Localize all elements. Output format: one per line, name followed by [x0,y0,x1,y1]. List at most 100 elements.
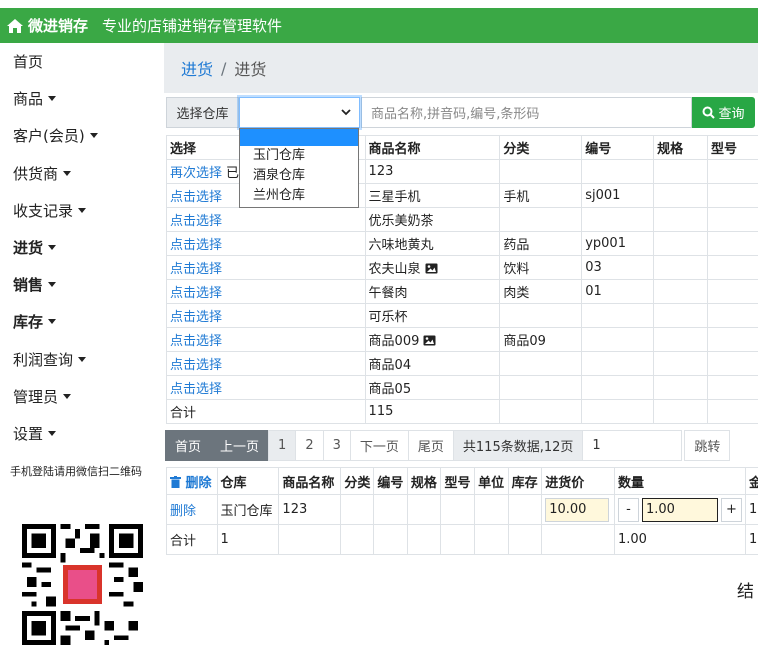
select-link[interactable]: 点击选择 [170,382,222,397]
product-name-cell: 三星手机 [365,184,500,208]
product-name: 三星手机 [369,190,421,205]
caret-down-icon [48,319,56,324]
table-row: 点击选择优乐美奶茶 [167,208,758,232]
order-total-label: 合计 [167,525,218,555]
caret-down-icon [63,171,71,176]
sidebar-item-9[interactable]: 管理员 [0,378,164,415]
search-input[interactable]: 商品名称,拼音码,编号,条形码 [361,97,692,128]
sidebar-item-3[interactable]: 供货商 [0,155,164,192]
select-cell: 点击选择 [167,304,366,328]
select-link[interactable]: 点击选择 [170,190,222,205]
select-cell: 点击选择 [167,256,366,280]
select-link[interactable]: 点击选择 [170,358,222,373]
slogan: 专业的店铺进销存管理软件 [102,15,282,36]
sidebar-item-6[interactable]: 销售 [0,266,164,303]
order-code [374,495,408,525]
sidebar-item-label: 供货商 [13,163,58,184]
warehouse-option-empty[interactable] [240,129,358,146]
product-name: 商品05 [369,382,412,397]
page-info: 共115条数据,12页 [453,430,584,461]
sidebar-item-5[interactable]: 进货 [0,229,164,266]
select-cell: 点击选择 [167,208,366,232]
sidebar-item-1[interactable]: 商品 [0,80,164,117]
decrement-button[interactable]: - [618,498,639,522]
selected-mark: 已 [226,166,239,181]
caret-down-icon [48,282,56,287]
model-cell [708,208,758,232]
caret-down-icon [78,357,86,362]
page-3-button[interactable]: 3 [323,430,351,461]
quantity-input[interactable]: 1.00 [642,498,718,522]
sidebar-item-2[interactable]: 客户(会员) [0,117,164,154]
sidebar-item-label: 首页 [13,51,43,72]
col-model: 型号 [708,136,758,160]
order-total-amount: 1 [745,525,758,555]
breadcrumb-parent[interactable]: 进货 [181,56,213,80]
prev-page-button[interactable]: 上一页 [210,430,269,461]
product-name: 可乐杯 [369,310,408,325]
select-cell: 点击选择 [167,280,366,304]
jump-button[interactable]: 跳转 [684,430,730,461]
delete-all-button[interactable]: 删除 [167,468,218,495]
spec-cell [654,328,708,352]
sidebar-item-8[interactable]: 利润查询 [0,341,164,378]
product-name-cell: 商品05 [365,376,500,400]
filter-bar: 选择仓库 商品名称,拼音码,编号,条形码 查询 [166,97,755,128]
select-link[interactable]: 点击选择 [170,214,222,229]
table-row: 点击选择 商品05 [167,376,758,400]
brand[interactable]: 微进销存 [6,15,88,36]
delete-row-button[interactable]: 删除 [167,495,218,525]
pagination: 首页 上一页 1 2 3 下一页 尾页 共115条数据,12页 1 跳转 [166,430,730,461]
image-icon[interactable] [425,263,438,274]
product-name-cell: 可乐杯 [365,304,500,328]
col-price: 进货价 [542,468,615,495]
select-link[interactable]: 点击选择 [170,238,222,253]
increment-button[interactable]: + [721,498,742,522]
select-cell: 点击选择 [167,328,366,352]
sidebar-item-0[interactable]: 首页 [0,43,164,80]
qr-caption: 手机登陆请用微信扫二维码 [10,463,142,479]
quantity-stepper: - 1.00 + [618,498,742,522]
warehouse-option-lanzhou[interactable]: 兰州仓库 [240,188,358,203]
spec-cell [654,208,708,232]
model-cell [708,184,758,208]
sidebar-item-4[interactable]: 收支记录 [0,192,164,229]
page-2-button[interactable]: 2 [295,430,323,461]
table-row: 点击选择商品04 [167,352,758,376]
order-total-count: 1 [217,525,279,555]
warehouse-option-jiuquan[interactable]: 酒泉仓库 [240,168,358,183]
select-link[interactable]: 点击选择 [170,262,222,277]
warehouse-select[interactable] [239,97,360,128]
page-1-button[interactable]: 1 [268,430,296,461]
caret-down-icon [63,394,71,399]
price-input[interactable]: 10.00 [545,498,609,522]
sidebar-item-7[interactable]: 库存 [0,303,164,340]
order-price-cell: 10.00 [542,495,615,525]
sidebar-item-label: 商品 [13,88,43,109]
category-cell: 饮料 [500,256,582,280]
code-cell: 03 [582,256,654,280]
select-link[interactable]: 点击选择 [170,334,222,349]
sidebar-item-label: 利润查询 [13,349,73,370]
sidebar-item-10[interactable]: 设置 [0,415,164,452]
select-link[interactable]: 再次选择 [170,166,222,181]
jump-page-input[interactable]: 1 [582,430,682,461]
select-link[interactable]: 点击选择 [170,310,222,325]
next-page-button[interactable]: 下一页 [350,430,409,461]
first-page-button[interactable]: 首页 [165,430,211,461]
query-button[interactable]: 查询 [692,97,755,128]
delete-all-label: 删除 [186,476,212,491]
warehouse-option-yumen[interactable]: 玉门仓库 [240,148,358,163]
last-page-button[interactable]: 尾页 [408,430,454,461]
total-row: 合计115 [167,400,758,424]
product-name: 123 [369,164,394,179]
col-spec: 规格 [407,468,441,495]
image-icon[interactable] [423,335,436,346]
caret-down-icon [78,208,86,213]
code-cell [582,352,654,376]
col-amount: 金 [745,468,758,495]
select-link[interactable]: 点击选择 [170,286,222,301]
col-name: 商品名称 [279,468,341,495]
spec-cell [654,160,708,184]
sidebar-item-label: 销售 [13,274,43,295]
